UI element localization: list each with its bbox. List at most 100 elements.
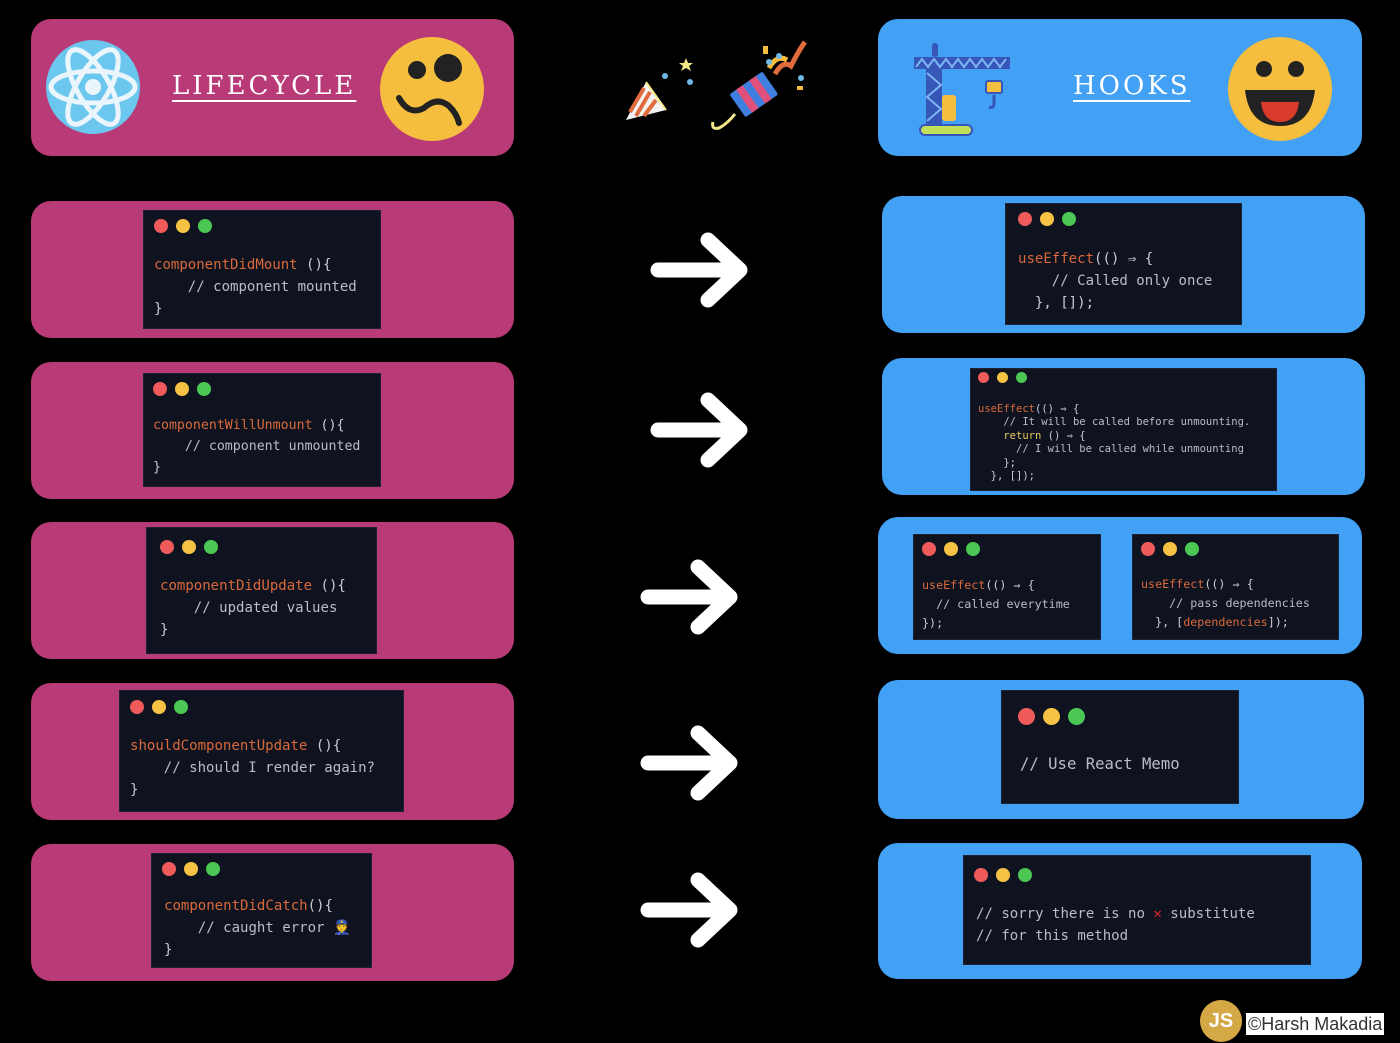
window-controls [162,862,220,876]
code-punct: (){ [312,418,345,434]
close-dot [978,372,989,383]
close-dot [1018,212,1032,226]
lifecycle-code-window: componentDidUpdate (){ // updated values… [146,527,377,654]
close-dot [162,862,176,876]
code-punct: (){ [307,898,333,915]
code-text: // Use React Memo [1020,755,1180,773]
code-line: componentDidMount (){ [154,257,331,273]
code-text: // for this method [976,928,1129,945]
lifecycle-code-window: componentWillUnmount (){ // component un… [143,373,381,487]
code-line: componentWillUnmount (){ [153,418,344,433]
code-punct: } [164,942,173,959]
hooks-code-window: useEffect(() ⇒ { // called everytime}); [913,534,1101,640]
code-comment: // sorry there is no [976,906,1154,923]
window-controls [153,382,211,396]
method-name: shouldComponentUpdate [130,738,308,755]
maximize-dot [204,540,218,554]
code-punct: (){ [297,257,332,274]
code-line: // Use React Memo [1020,755,1180,773]
maximize-dot [966,542,980,556]
code-line: // I will be called while unmounting [978,443,1244,455]
lifecycle-code-window: componentDidCatch(){ // caught error 👮} [151,853,372,968]
dependency-array: dependencies [1183,614,1268,629]
code-line: shouldComponentUpdate (){ [130,738,341,754]
minimize-dot [996,868,1010,882]
code-line: // caught error 👮 [164,920,351,937]
window-controls [154,219,212,233]
code-comment: // component unmounted [153,439,361,455]
maximize-dot [1185,542,1199,556]
code-line: } [130,782,138,798]
watermark: ©Harsh Makadia [1246,1013,1385,1035]
code-punct: } [130,782,139,799]
window-controls [160,540,218,554]
code-line: } [153,460,161,475]
code-comment: // should I render again? [130,760,375,777]
code-punct: (() ⇒ { [1094,251,1154,268]
maximize-dot [1016,372,1027,383]
method-name: componentDidMount [154,257,298,274]
maximize-dot [1018,868,1032,882]
code-text: }); [922,615,944,630]
minimize-dot [1043,708,1060,725]
party-popper-icon [626,58,693,120]
code-line: // should I render again? [130,760,375,776]
close-dot [922,542,936,556]
code-line: // sorry there is no ✕ substitute [976,906,1255,922]
close-dot [160,540,174,554]
code-line: // It will be called before unmounting. [978,416,1250,428]
cross-mark-icon: ✕ [1153,906,1162,923]
maximize-dot [198,219,212,233]
code-line: // pass dependencies [1141,596,1310,610]
code-comment: // caught error 👮 [164,920,351,937]
code-text: }, []); [978,470,1035,483]
code-punct: () ⇒ { [1041,429,1086,442]
maximize-dot [197,382,211,396]
code-line: componentDidUpdate (){ [160,578,346,594]
code-line: } [164,942,172,958]
code-punct: ]); [1267,614,1289,629]
code-text: // Called only once [1018,273,1213,290]
code-line: // called everytime [922,597,1070,611]
close-dot [974,868,988,882]
lifecycle-code-window: shouldComponentUpdate (){ // should I re… [119,690,404,812]
lifecycle-title: LIFECYCLE [172,71,357,101]
grinning-face-icon [1228,37,1332,141]
code-line: }, []); [978,470,1035,482]
hook-name: useEffect [1018,251,1095,268]
window-controls [978,372,1027,383]
window-controls [130,700,188,714]
minimize-dot [184,862,198,876]
code-line: componentDidCatch(){ [164,898,333,914]
code-text: }; [978,456,1016,469]
code-keyword: return [978,429,1042,442]
code-line: useEffect(() ⇒ { [978,403,1079,415]
right-arrow-icon [640,872,738,948]
maximize-dot [206,862,220,876]
code-line: } [160,622,168,638]
close-dot [153,382,167,396]
code-line: // component mounted [154,279,357,295]
code-line: // Called only once [1018,273,1213,290]
code-comment: // component mounted [154,279,357,296]
hooks-code-window: // sorry there is no ✕ substitute // for … [963,855,1311,965]
window-controls [922,542,980,556]
react-atom-icon [46,40,140,134]
minimize-dot [997,372,1008,383]
hook-name: useEffect [978,402,1035,415]
hooks-code-window: useEffect(() ⇒ { // pass dependencies },… [1132,534,1339,640]
code-text: // It will be called before unmounting. [978,416,1251,429]
code-line: useEffect(() ⇒ { [922,578,1035,592]
minimize-dot [944,542,958,556]
code-comment: // updated values [160,600,338,617]
method-name: componentDidCatch [164,898,308,915]
right-arrow-icon [640,725,738,801]
hooks-code-window: // Use React Memo [1001,690,1239,804]
code-line: // component unmounted [153,439,361,455]
code-punct: (){ [312,578,346,595]
lifecycle-code-window: componentDidMount (){ // component mount… [143,210,381,329]
code-text: // I will be called while unmounting [978,443,1244,456]
code-line: useEffect(() ⇒ { [1141,577,1254,591]
code-punct: (() ⇒ { [1204,576,1254,591]
window-controls [1018,212,1076,226]
